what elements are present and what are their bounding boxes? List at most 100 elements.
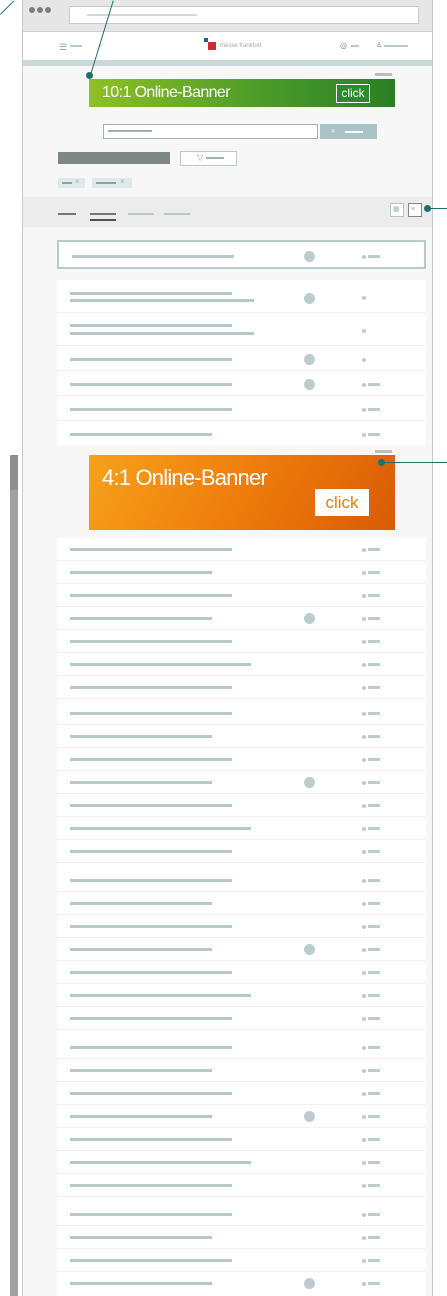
list-item[interactable] (57, 892, 426, 915)
filter-chip[interactable]: × (92, 177, 132, 188)
list-item[interactable] (57, 561, 426, 584)
logo-text: messe frankfurt (220, 43, 262, 49)
list-item[interactable] (57, 869, 426, 892)
window-maximize-dot[interactable] (45, 7, 51, 13)
list-view-icon: ≡ (411, 206, 416, 213)
list-item[interactable] (57, 584, 426, 607)
status-icon (362, 781, 366, 785)
entry-name (70, 571, 212, 574)
entry-name (70, 408, 232, 411)
language-label[interactable] (351, 45, 359, 47)
list-view-button[interactable]: ≡ (408, 203, 422, 217)
filter-button[interactable]: ▽ (180, 151, 237, 166)
site-logo[interactable]: messe frankfurt (204, 38, 262, 50)
entry-name (70, 758, 232, 761)
window-close-dot[interactable] (29, 7, 35, 13)
ad-tag (375, 450, 392, 453)
list-item[interactable] (57, 915, 426, 938)
status-icon (362, 1184, 366, 1188)
status-label (368, 594, 380, 597)
list-item[interactable] (57, 1036, 426, 1059)
close-icon[interactable]: × (120, 177, 125, 187)
entry-name (70, 971, 232, 974)
entry-name (70, 827, 251, 830)
status-label (368, 712, 380, 715)
status-label (368, 1138, 380, 1141)
category-icon (304, 354, 315, 365)
list-item[interactable] (57, 346, 426, 371)
banner-click-button[interactable]: click (315, 489, 369, 516)
list-item[interactable] (57, 794, 426, 817)
list-item[interactable] (57, 421, 426, 445)
category-icon (304, 251, 315, 262)
list-item[interactable] (57, 1128, 426, 1151)
list-item[interactable] (57, 607, 426, 630)
list-item[interactable] (57, 1151, 426, 1174)
status-icon (362, 383, 366, 387)
list-item[interactable] (57, 1249, 426, 1272)
list-item[interactable] (57, 961, 426, 984)
list-item[interactable] (57, 630, 426, 653)
list-item[interactable] (57, 1272, 426, 1294)
list-item[interactable] (57, 748, 426, 771)
list-item[interactable] (57, 725, 426, 748)
close-icon[interactable]: × (75, 177, 80, 187)
list-item[interactable] (57, 1203, 426, 1226)
tab-1[interactable] (58, 213, 76, 215)
list-item[interactable] (57, 1226, 426, 1249)
list-item[interactable] (57, 396, 426, 421)
user-label[interactable] (384, 45, 408, 47)
mid-banner-ad[interactable]: 4:1 Online-Banner click (89, 455, 395, 530)
tab-4[interactable] (164, 213, 190, 215)
list-item[interactable] (57, 1007, 426, 1030)
entry-name (70, 358, 232, 361)
menu-label[interactable] (70, 45, 82, 47)
highlighted-result-row[interactable] (57, 240, 426, 269)
status-label (368, 571, 380, 574)
status-icon (362, 971, 366, 975)
list-item[interactable] (57, 1082, 426, 1105)
list-item[interactable] (57, 984, 426, 1007)
list-item[interactable] (57, 840, 426, 863)
filter-chip[interactable]: × (58, 177, 85, 188)
address-bar[interactable] (69, 6, 419, 24)
entry-name (70, 1161, 251, 1164)
list-item[interactable] (57, 280, 426, 313)
list-item[interactable] (57, 676, 426, 699)
left-scrollbar-thumb[interactable] (10, 455, 18, 490)
grid-view-button[interactable]: ▦ (390, 203, 404, 217)
user-icon[interactable]: ♙ (376, 41, 382, 49)
list-item[interactable] (57, 653, 426, 676)
status-icon (362, 948, 366, 952)
search-placeholder (108, 130, 152, 132)
list-item[interactable] (57, 538, 426, 561)
list-item[interactable] (57, 1105, 426, 1128)
entry-name (70, 548, 232, 551)
tab-2[interactable] (90, 213, 116, 215)
list-item[interactable] (57, 938, 426, 961)
search-button[interactable]: ⌕ (320, 124, 377, 139)
list-item[interactable] (57, 702, 426, 725)
banner-click-button[interactable]: click (336, 84, 370, 103)
list-item[interactable] (57, 1059, 426, 1082)
tab-3[interactable] (128, 213, 154, 215)
status-label (368, 433, 380, 436)
list-item[interactable] (57, 371, 426, 396)
status-label (368, 255, 380, 258)
status-label (368, 640, 380, 643)
window-minimize-dot[interactable] (37, 7, 43, 13)
globe-icon[interactable]: ◎ (340, 41, 347, 50)
list-item[interactable] (57, 313, 426, 346)
left-scrollbar-track[interactable] (10, 490, 18, 1296)
chip-label (62, 182, 72, 184)
entry-name (70, 299, 254, 302)
category-icon (304, 944, 315, 955)
list-item[interactable] (57, 771, 426, 794)
list-item[interactable] (57, 1174, 426, 1197)
hamburger-icon[interactable]: ☰ (59, 43, 67, 52)
list-item[interactable] (57, 817, 426, 840)
results-heading (58, 152, 170, 164)
status-label (368, 902, 380, 905)
top-banner-ad[interactable]: 10:1 Online-Banner click (89, 79, 395, 107)
search-input[interactable] (103, 124, 318, 139)
